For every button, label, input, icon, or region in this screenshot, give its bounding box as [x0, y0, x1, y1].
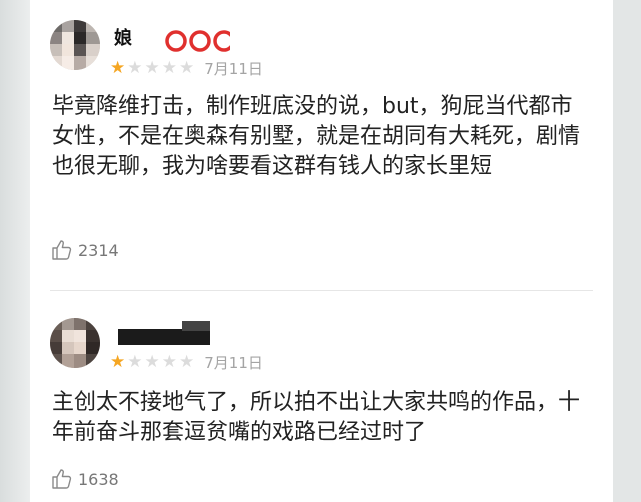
- like-button[interactable]: 2314: [50, 238, 119, 262]
- review-item: 娘 ★ ★ ★ ★ ★ 7月11日 毕竟降维打击，制作班底没的说，but，狗屁当…: [30, 0, 613, 290]
- star-icon: ★: [161, 58, 177, 78]
- star-icon: ★: [110, 58, 126, 78]
- review-date: 7月11日: [204, 354, 263, 372]
- user-badge-icon: [138, 30, 235, 56]
- like-button[interactable]: 1638: [50, 467, 119, 491]
- star-icon: ★: [179, 352, 195, 372]
- review-meta: ★ ★ ★ ★ ★ 7月11日: [110, 58, 263, 79]
- left-edge: [0, 0, 30, 502]
- star-icon: ★: [127, 58, 143, 78]
- like-count: 1638: [78, 469, 119, 489]
- avatar[interactable]: [50, 318, 100, 368]
- review-list: 娘 ★ ★ ★ ★ ★ 7月11日 毕竟降维打击，制作班底没的说，but，狗屁当…: [30, 0, 613, 502]
- review-text: 主创太不接地气了，所以拍不出让大家共鸣的作品，十年前奋斗那套逗贫嘴的戏路已经过时…: [52, 390, 581, 445]
- thumbs-up-icon: [52, 469, 72, 489]
- star-icon: ★: [127, 352, 143, 372]
- star-icon: ★: [144, 58, 160, 78]
- star-icon: ★: [161, 352, 177, 372]
- username-redaction: [118, 329, 210, 345]
- star-icon: ★: [144, 352, 160, 372]
- username-redaction: [182, 321, 210, 331]
- username[interactable]: 娘: [114, 24, 132, 50]
- avatar[interactable]: [50, 20, 100, 70]
- like-count: 2314: [78, 240, 119, 260]
- thumbs-up-icon: [52, 240, 72, 260]
- review-item: ★ ★ ★ ★ ★ 7月11日 主创太不接地气了，所以拍不出让大家共鸣的作品，十…: [30, 291, 613, 502]
- review-date: 7月11日: [204, 60, 263, 78]
- rating-stars: ★ ★ ★ ★ ★: [110, 60, 194, 77]
- right-edge: [613, 0, 641, 502]
- star-icon: ★: [110, 352, 126, 372]
- review-text: 毕竟降维打击，制作班底没的说，but，狗屁当代都市女性，不是在奥森有别墅，就是在…: [52, 94, 581, 179]
- review-meta: ★ ★ ★ ★ ★ 7月11日: [110, 352, 263, 373]
- star-icon: ★: [179, 58, 195, 78]
- rating-stars: ★ ★ ★ ★ ★: [110, 354, 194, 371]
